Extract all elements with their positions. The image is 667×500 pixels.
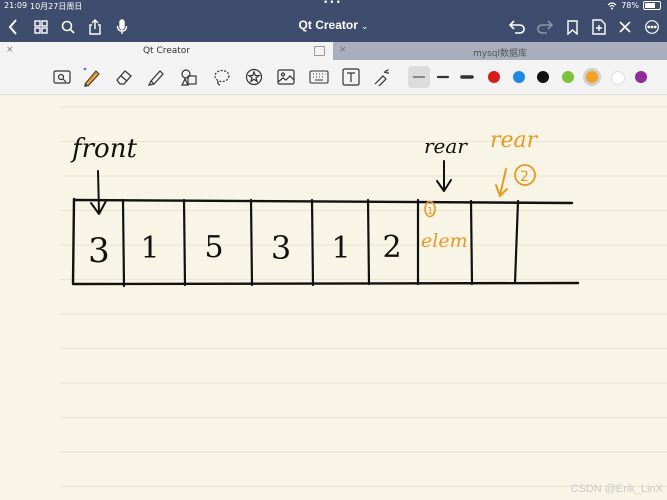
highlighter-icon — [147, 70, 164, 86]
add-page-button[interactable] — [589, 16, 609, 38]
cell-value: 2 — [382, 230, 401, 265]
cell-divider — [366, 198, 371, 286]
new-element-label: elem — [421, 230, 468, 252]
stroke-width-medium[interactable] — [432, 66, 454, 88]
keyboard-tool[interactable] — [308, 66, 330, 88]
bookmark-icon — [566, 19, 578, 35]
sticker-tool[interactable] — [243, 66, 265, 88]
shapes-icon — [181, 69, 197, 86]
front-label: front — [70, 134, 137, 164]
multitask-dots[interactable]: ••• — [323, 0, 342, 8]
front-arrow — [90, 170, 107, 215]
laser-pointer-icon — [374, 69, 389, 86]
battery-percent: 78% — [621, 1, 639, 10]
nav-bar: Qt Creator ⌄ — [0, 12, 667, 42]
tab-bar: × Qt Creator × mysql数据库 — [0, 42, 667, 60]
step-2-number: 2 — [520, 169, 529, 185]
cell-value: 5 — [204, 230, 223, 265]
undo-icon — [509, 20, 525, 34]
date: 10月27日周日 — [30, 2, 83, 11]
tab-mysql[interactable]: × mysql数据库 — [333, 42, 667, 60]
reader-mode-icon — [53, 70, 71, 84]
keyboard-icon — [309, 70, 329, 84]
cell-value: 1 — [331, 231, 350, 266]
queue-array-bottom — [72, 281, 580, 286]
text-box-icon — [342, 68, 360, 86]
chevron-down-icon: ⌄ — [360, 21, 369, 31]
redo-button[interactable] — [535, 16, 555, 38]
split-view-icon[interactable] — [314, 46, 325, 56]
image-tool[interactable] — [275, 66, 297, 88]
battery-icon — [643, 1, 661, 10]
color-swatch[interactable] — [635, 71, 647, 83]
more-icon — [645, 20, 659, 34]
highlighter-tool[interactable] — [145, 66, 167, 88]
wifi-icon — [607, 1, 617, 9]
queue-array-outline — [72, 198, 574, 205]
undo-button[interactable] — [507, 16, 527, 38]
image-icon — [277, 69, 295, 85]
tab-label: mysql数据库 — [473, 49, 527, 59]
cell-divider — [249, 198, 254, 287]
cell-divider — [310, 198, 315, 287]
line-thick-icon — [460, 75, 474, 79]
color-swatch[interactable] — [537, 71, 549, 83]
bookmark-button[interactable] — [562, 16, 582, 38]
cell-value: 3 — [88, 231, 110, 271]
eraser-icon — [116, 70, 132, 85]
queue-array-left — [71, 197, 76, 286]
cell-divider — [121, 198, 126, 288]
cell-divider — [182, 198, 187, 287]
stroke-width-thin[interactable] — [408, 66, 430, 88]
handwriting-layer: front rear rear 2 1 elem 3 1 5 3 1 2 — [70, 128, 580, 288]
pen-icon — [83, 67, 100, 87]
line-medium-icon — [436, 75, 450, 79]
eraser-tool[interactable] — [113, 66, 135, 88]
step-1-number: 1 — [427, 206, 433, 217]
pen-tool[interactable] — [81, 66, 103, 88]
cell-value: 1 — [140, 231, 159, 266]
rear-arrow — [436, 160, 452, 192]
cell-divider — [469, 199, 474, 286]
new-rear-arrow — [495, 168, 508, 197]
shapes-tool[interactable] — [178, 66, 200, 88]
add-page-icon — [592, 19, 606, 35]
lasso-icon — [214, 69, 230, 86]
sticker-icon — [245, 68, 263, 86]
note-canvas[interactable]: front rear rear 2 1 elem 3 1 5 3 1 2 CSD… — [0, 95, 667, 500]
reader-mode-tool[interactable] — [51, 66, 73, 88]
text-box-tool[interactable] — [340, 66, 362, 88]
tab-label: Qt Creator — [142, 46, 191, 56]
document-title-text: Qt Creator — [298, 18, 358, 32]
tab-qt-creator[interactable]: × Qt Creator — [0, 42, 333, 60]
stroke-width-thick[interactable] — [456, 66, 478, 88]
laser-pointer-tool[interactable] — [371, 66, 393, 88]
drawing-toolbar — [0, 60, 667, 95]
close-icon — [619, 21, 631, 33]
cell-value: 3 — [271, 229, 291, 267]
color-swatch[interactable] — [488, 71, 500, 83]
status-right: 78% — [607, 1, 661, 10]
color-swatch[interactable] — [512, 71, 525, 83]
lasso-tool[interactable] — [211, 66, 233, 88]
watermark: CSDN @Erik_LinX — [570, 483, 663, 495]
close-document-button[interactable] — [615, 16, 635, 38]
rear-label: rear — [424, 134, 468, 158]
color-swatch[interactable] — [610, 71, 625, 85]
redo-icon — [537, 20, 553, 34]
clock: 21:09 — [4, 1, 28, 10]
cell-divider — [513, 199, 520, 285]
more-button[interactable] — [642, 16, 662, 38]
color-swatch[interactable] — [586, 71, 598, 83]
new-rear-label: rear — [490, 128, 539, 153]
color-swatch[interactable] — [561, 71, 574, 83]
status-bar: 21:09 10月27日周日 ••• 78% — [0, 0, 667, 12]
line-thin-icon — [413, 76, 425, 78]
